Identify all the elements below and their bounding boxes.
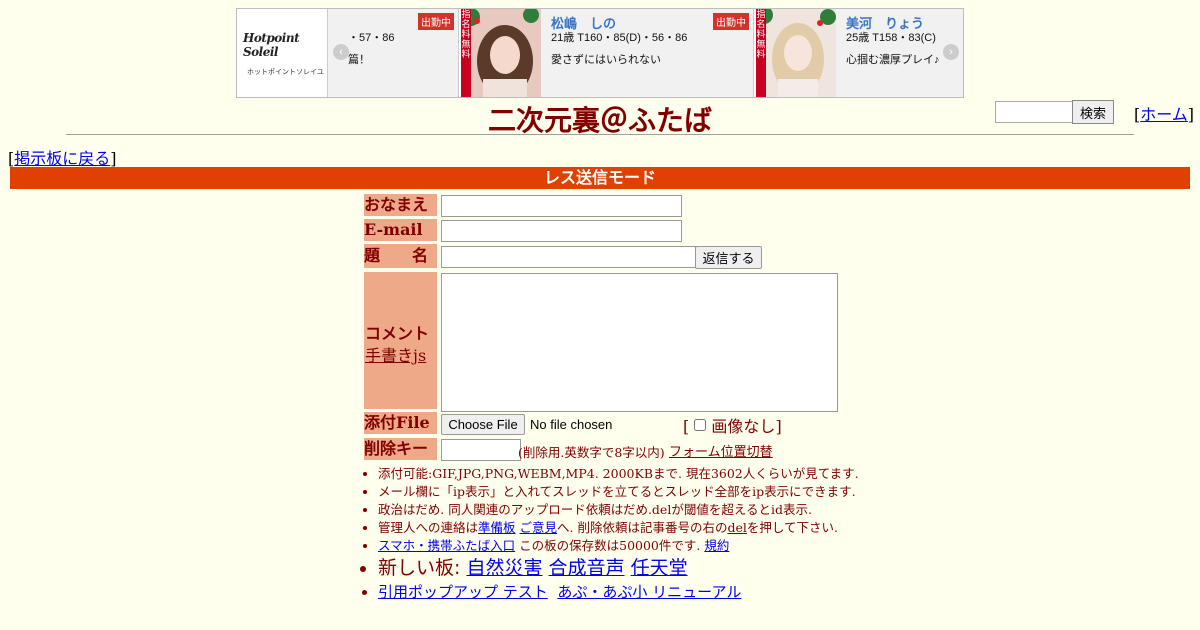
comment-label: コメント xyxy=(365,324,430,343)
quote-popup-test-link[interactable]: 引用ポップアップ テスト xyxy=(378,583,548,601)
list-item: 添付可能:GIF,JPG,PNG,WEBM,MP4. 2000KBまで. 現在3… xyxy=(378,465,870,483)
logo-text: Hotpoint Soleil xyxy=(243,31,300,59)
no-image-option: [ 画像なし] xyxy=(683,417,782,436)
bracket: ] xyxy=(110,149,117,168)
ribbon-free-nomination: 指名料無料 xyxy=(461,9,471,97)
status-badge: 出勤中 xyxy=(713,13,749,30)
delete-key-label: 削除キー xyxy=(364,438,437,460)
list-item: スマホ・携帯ふたば入口 この板の保存数は50000件です. 規約 xyxy=(378,537,870,555)
rules-link[interactable]: 規約 xyxy=(704,538,729,553)
note-text: この板の保存数は50000件です. xyxy=(515,538,705,553)
form-position-toggle-link[interactable]: フォーム位置切替 xyxy=(669,441,773,460)
list-item: 管理人への連絡は準備板 ご意見へ. 削除依頼は記事番号の右のdelを押して下さい… xyxy=(378,519,870,537)
name-field[interactable] xyxy=(441,195,682,217)
no-image-label: 画像なし xyxy=(711,417,776,436)
choose-file-button[interactable]: Choose File xyxy=(441,414,525,435)
new-boards-label: 新しい板: xyxy=(378,557,467,579)
shop-logo[interactable]: Hotpoint Soleil ホットポイントソレイユ xyxy=(237,9,328,97)
del-link[interactable]: del xyxy=(727,520,746,535)
ad-banner[interactable]: Hotpoint Soleil ホットポイントソレイユ ・57・86 篇！ 出勤… xyxy=(236,8,964,98)
page-title: 二次元裏＠ふたば xyxy=(487,104,712,137)
reply-button[interactable]: 返信する xyxy=(695,246,762,269)
chevron-right-icon[interactable]: › xyxy=(943,44,959,60)
subject-label: 題 名 xyxy=(364,244,437,268)
profile-photo xyxy=(461,9,541,97)
mobile-entrance-link[interactable]: スマホ・携帯ふたば入口 xyxy=(378,538,515,553)
profile-photo xyxy=(756,9,836,97)
handwrite-link[interactable]: 手書きjs xyxy=(365,342,426,366)
comment-label-cell: コメント 手書きjs xyxy=(364,272,437,409)
feedback-link[interactable]: ご意見 xyxy=(520,520,558,535)
comment-textarea[interactable] xyxy=(441,273,838,412)
divider xyxy=(66,134,1134,135)
chevron-left-icon[interactable]: ‹ xyxy=(333,44,349,60)
banner-card-spec: ・57・86 xyxy=(348,32,395,44)
subject-field[interactable] xyxy=(441,246,700,268)
board-link[interactable]: 自然災害 xyxy=(466,557,542,579)
banner-card-message: 心掴む濃厚プレイ♪ xyxy=(846,54,940,66)
list-item: 新しい板: 自然災害 合成音声 任天堂 xyxy=(378,555,870,581)
banner-card[interactable]: 指名料無料 松嶋 しの 21歳 T160・85(D)・56・86 愛さずにはいら… xyxy=(461,9,754,97)
banner-card-message: 篇！ xyxy=(348,54,370,66)
banner-card-message: 愛さずにはいられない xyxy=(551,54,661,66)
delete-key-field[interactable] xyxy=(441,439,521,461)
email-field[interactable] xyxy=(441,220,682,242)
reply-mode-bar: レス送信モード xyxy=(10,167,1190,189)
board-link[interactable]: 任天堂 xyxy=(631,557,688,579)
no-image-checkbox[interactable] xyxy=(694,419,707,431)
back-to-board-link[interactable]: 掲示板に戻る xyxy=(14,149,110,168)
banner-card-spec: 21歳 T160・85(D)・56・86 xyxy=(551,32,688,44)
back-link-wrapper: [掲示板に戻る] xyxy=(8,145,117,169)
logo-subtext: ホットポイントソレイユ xyxy=(247,69,324,76)
file-label: 添付File xyxy=(364,412,437,434)
list-item: メール欄に「ip表示」と入れてスレッドを立てるとスレッド全部をip表示にできます… xyxy=(378,483,870,501)
note-text: 管理人への連絡は xyxy=(378,520,479,535)
prep-board-link[interactable]: 準備板 xyxy=(478,520,516,535)
note-text: へ. 削除依頼は記事番号の右の xyxy=(557,520,728,535)
email-label: E-mail xyxy=(364,219,437,241)
status-badge: 出勤中 xyxy=(418,13,454,30)
banner-card[interactable]: 指名料無料 美河 りょう 25歳 T158・83(C) 心掴む濃厚プレイ♪ xyxy=(756,9,963,97)
ribbon-free-nomination: 指名料無料 xyxy=(756,9,766,97)
name-label: おなまえ xyxy=(364,194,437,216)
board-link[interactable]: 合成音声 xyxy=(549,557,625,579)
list-item: 政治はだめ. 同人関連のアップロード依頼はだめ.delが閾値を超えるとid表示. xyxy=(378,501,870,519)
delete-key-note: (削除用.英数字で8字以内) xyxy=(518,445,665,460)
no-file-text: No file chosen xyxy=(530,417,613,432)
notes-list: 添付可能:GIF,JPG,PNG,WEBM,MP4. 2000KBまで. 現在3… xyxy=(362,465,870,603)
note-text: を押して下さい. xyxy=(746,520,838,535)
banner-card-spec: 25歳 T158・83(C) xyxy=(846,32,936,44)
list-item: 引用ポップアップ テスト あぷ・あぷ小 リニューアル xyxy=(378,581,870,603)
upload-renewal-link[interactable]: あぷ・あぷ小 リニューアル xyxy=(557,583,741,601)
